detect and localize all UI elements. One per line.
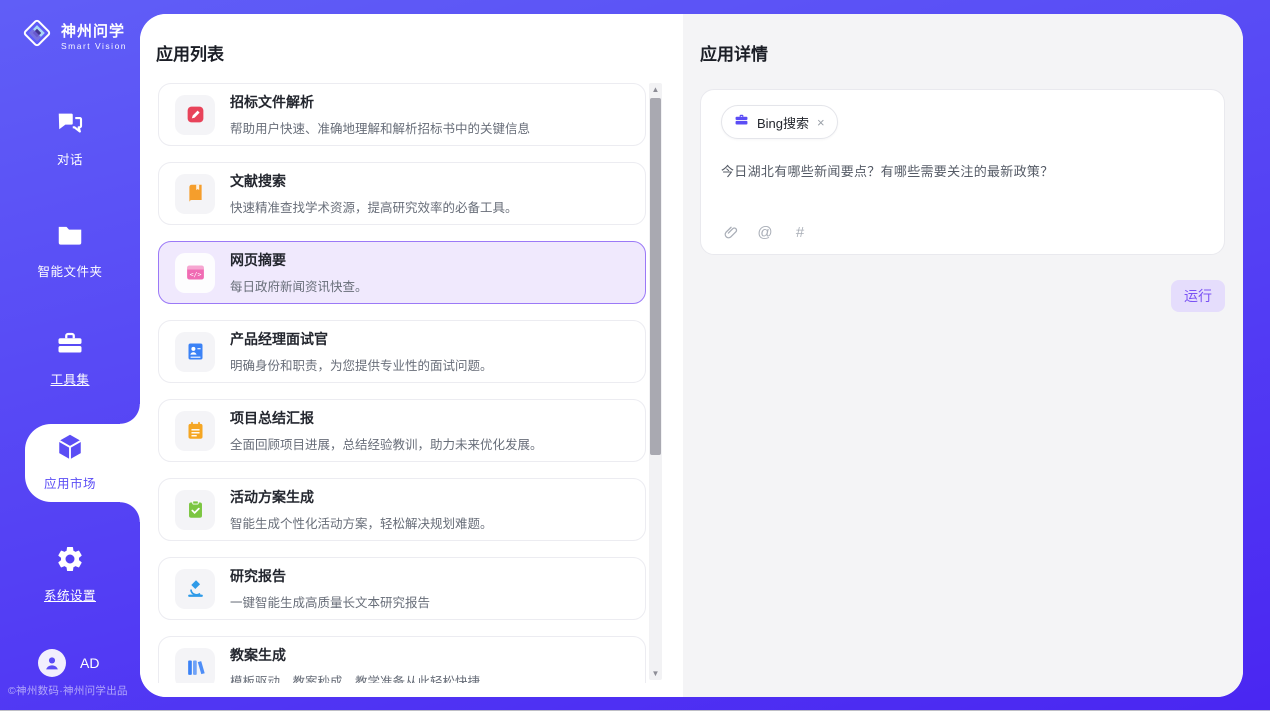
brand-subtitle: Smart Vision [61, 41, 127, 51]
sidebar-item-label: 智能文件夹 [0, 261, 140, 280]
app-card-description: 明确身份和职责，为您提供专业性的面试问题。 [230, 355, 493, 374]
attachment-icon[interactable] [721, 223, 739, 241]
scrollbar[interactable]: ▲ ▼ [649, 83, 662, 680]
bubble-curve-bottom [120, 502, 140, 522]
tool-chip-label: Bing搜索 [757, 113, 809, 132]
user-name: AD [80, 655, 99, 671]
app-list-panel: 应用列表 招标文件解析帮助用户快速、准确地理解和解析招标书中的关键信息 文献搜索… [140, 14, 683, 697]
app-card-title: 网页摘要 [230, 250, 368, 270]
app-card[interactable]: 教案生成模板驱动，教案秒成，教学准备从此轻松快捷 [158, 636, 646, 683]
app-card-description: 快速精准查找学术资源，提高研究效率的必备工具。 [230, 197, 518, 216]
app-card-title: 产品经理面试官 [230, 329, 493, 349]
folder-icon [55, 220, 85, 250]
interviewer-icon [175, 332, 215, 372]
app-card[interactable]: 研究报告一键智能生成高质量长文本研究报告 [158, 557, 646, 620]
cube-icon [55, 432, 85, 462]
app-card[interactable]: 产品经理面试官明确身份和职责，为您提供专业性的面试问题。 [158, 320, 646, 383]
books-icon [175, 648, 215, 684]
close-icon[interactable]: × [817, 116, 825, 129]
book-icon [175, 174, 215, 214]
run-row: 运行 [700, 280, 1225, 312]
app-card[interactable]: 项目总结汇报全面回顾项目进展，总结经验教训，助力未来优化发展。 [158, 399, 646, 462]
prompt-input-card[interactable]: Bing搜索 × 今日湖北有哪些新闻要点？有哪些需要关注的最新政策？ @# [700, 89, 1225, 255]
tool-chip-bing-search[interactable]: Bing搜索 × [721, 105, 838, 139]
sidebar-item-settings[interactable]: 系统设置 [0, 544, 140, 604]
clipboard-check-icon [175, 490, 215, 530]
app-card[interactable]: 活动方案生成智能生成个性化活动方案，轻松解决规划难题。 [158, 478, 646, 541]
copyright-text: ©神州数码·神州问学出品 [8, 683, 142, 698]
edit-document-icon [175, 95, 215, 135]
app-detail-title: 应用详情 [700, 40, 1225, 65]
app-card-description: 帮助用户快速、准确地理解和解析招标书中的关键信息 [230, 118, 530, 137]
app-card-description: 全面回顾项目进展，总结经验教训，助力未来优化发展。 [230, 434, 543, 453]
browser-code-icon: </> [175, 253, 215, 293]
app-card-title: 活动方案生成 [230, 487, 493, 507]
user-avatar-icon [38, 649, 66, 677]
bubble-curve-top [120, 404, 140, 424]
app-card-title: 招标文件解析 [230, 92, 530, 112]
sidebar-item-toolset[interactable]: 工具集 [0, 328, 140, 388]
app-card-title: 文献搜索 [230, 171, 518, 191]
mention-icon[interactable]: @ [756, 223, 774, 241]
scrollbar-thumb[interactable] [650, 98, 661, 455]
app-card-description: 智能生成个性化活动方案，轻松解决规划难题。 [230, 513, 493, 532]
brand-name: 神州问学 [61, 20, 127, 41]
app-card[interactable]: 招标文件解析帮助用户快速、准确地理解和解析招标书中的关键信息 [158, 83, 646, 146]
app-list-title: 应用列表 [156, 40, 683, 65]
app-card-title: 项目总结汇报 [230, 408, 543, 428]
sidebar-item-label: 工具集 [0, 369, 140, 388]
sidebar: 神州问学 Smart Vision 对话 智能文件夹 工具集 应用市场 系统设置… [0, 0, 140, 711]
sidebar-item-label: 系统设置 [0, 585, 140, 604]
app-card[interactable]: </> 网页摘要每日政府新闻资讯快查。 [158, 241, 646, 304]
scroll-up-icon[interactable]: ▲ [649, 83, 662, 96]
briefcase-icon [734, 112, 749, 132]
sidebar-item-app-market[interactable]: 应用市场 [0, 432, 140, 492]
sidebar-item-chat[interactable]: 对话 [0, 108, 140, 168]
hash-icon[interactable]: # [791, 223, 809, 241]
app-card-description: 模板驱动，教案秒成，教学准备从此轻松快捷 [230, 671, 480, 683]
app-card-description: 每日政府新闻资讯快查。 [230, 276, 368, 295]
user-badge[interactable]: AD [38, 649, 99, 677]
run-button[interactable]: 运行 [1171, 280, 1225, 312]
scroll-down-icon[interactable]: ▼ [649, 667, 662, 680]
chat-icon [55, 108, 85, 138]
prompt-toolbar: @# [721, 223, 809, 241]
app-detail-panel: 应用详情 Bing搜索 × 今日湖北有哪些新闻要点？有哪些需要关注的最新政策？ [683, 14, 1243, 697]
app-card-description: 一键智能生成高质量长文本研究报告 [230, 592, 430, 611]
app-card-title: 研究报告 [230, 566, 430, 586]
app-card[interactable]: 文献搜索快速精准查找学术资源，提高研究效率的必备工具。 [158, 162, 646, 225]
query-text[interactable]: 今日湖北有哪些新闻要点？有哪些需要关注的最新政策？ [721, 161, 1204, 180]
brand-logo: 神州问学 Smart Vision [20, 16, 127, 55]
main-content: 应用列表 招标文件解析帮助用户快速、准确地理解和解析招标书中的关键信息 文献搜索… [140, 14, 1243, 697]
diamond-logo-icon [20, 16, 54, 55]
app-window: 神州问学 Smart Vision 对话 智能文件夹 工具集 应用市场 系统设置… [0, 0, 1270, 714]
report-note-icon [175, 411, 215, 451]
svg-text:</>: </> [189, 271, 201, 279]
sidebar-item-label: 对话 [0, 149, 140, 168]
gear-icon [55, 544, 85, 574]
toolbox-icon [55, 328, 85, 358]
microscope-icon [175, 569, 215, 609]
sidebar-item-label: 应用市场 [0, 473, 140, 492]
app-card-title: 教案生成 [230, 645, 480, 665]
sidebar-item-smart-folders[interactable]: 智能文件夹 [0, 220, 140, 280]
app-card-list: 招标文件解析帮助用户快速、准确地理解和解析招标书中的关键信息 文献搜索快速精准查… [158, 83, 646, 683]
